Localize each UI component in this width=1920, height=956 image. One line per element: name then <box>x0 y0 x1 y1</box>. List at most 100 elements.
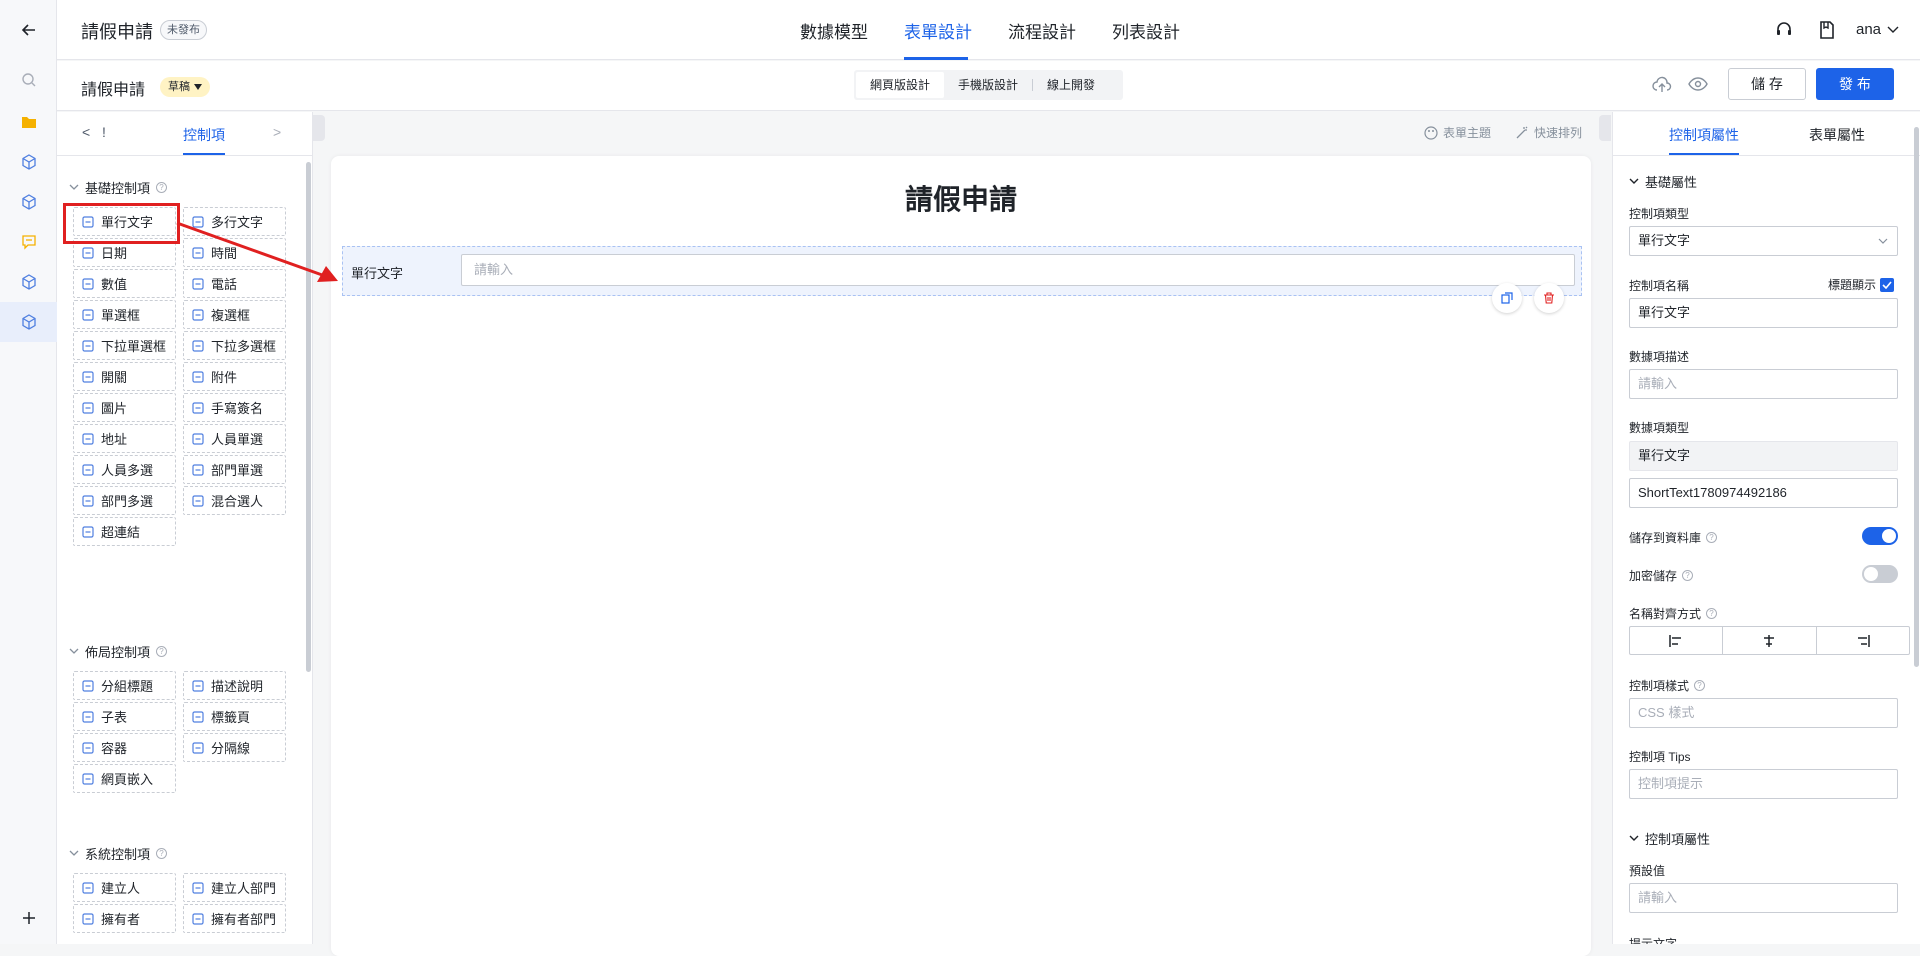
control-item[interactable]: 下拉單選框 <box>73 331 176 360</box>
section-title[interactable]: 系統控制項? <box>69 844 168 863</box>
draft-badge[interactable]: 草稿 <box>160 77 210 97</box>
title-display-toggle[interactable]: 標題顯示 <box>1828 276 1895 293</box>
control-item[interactable]: 容器 <box>73 733 176 762</box>
control-item-label: 單選框 <box>101 308 141 323</box>
user-menu[interactable]: ana <box>1856 21 1899 38</box>
control-item[interactable]: 下拉多選框 <box>183 331 286 360</box>
help-icon[interactable]: ? <box>1706 608 1718 619</box>
help-icon[interactable]: ? <box>156 182 168 193</box>
collapse-left-handle[interactable] <box>313 115 325 141</box>
control-item[interactable]: 附件 <box>183 362 286 391</box>
data-desc-input[interactable]: 請輸入 <box>1629 369 1898 399</box>
chat-icon[interactable] <box>0 222 57 262</box>
encrypt-switch[interactable] <box>1862 565 1898 583</box>
help-icon[interactable]: ? <box>1706 532 1718 543</box>
help-icon[interactable]: ? <box>156 646 168 657</box>
publish-button[interactable]: 發 布 <box>1816 68 1894 100</box>
headset-icon[interactable] <box>1774 20 1794 43</box>
tab-form-properties[interactable]: 表單屬性 <box>1809 125 1865 145</box>
control-item[interactable]: 部門多選 <box>73 486 176 515</box>
section-title[interactable]: 基礎控制項? <box>69 178 168 197</box>
back-arrow-icon[interactable] <box>0 10 57 50</box>
copy-field-icon[interactable] <box>1492 283 1522 313</box>
control-item[interactable]: 複選框 <box>183 300 286 329</box>
control-item[interactable]: 擁有者 <box>73 904 176 933</box>
align-left-icon[interactable] <box>1630 627 1724 654</box>
control-item[interactable]: 子表 <box>73 702 176 731</box>
help-icon[interactable]: ? <box>156 848 168 859</box>
control-item[interactable]: 分組標題 <box>73 671 176 700</box>
cube-icon[interactable] <box>0 182 57 222</box>
preview-eye-icon[interactable] <box>1688 77 1708 94</box>
css-style-input[interactable]: CSS 樣式 <box>1629 698 1898 728</box>
tab-flow-design[interactable]: 流程設計 <box>1008 18 1076 43</box>
control-item[interactable]: 人員多選 <box>73 455 176 484</box>
save-db-switch[interactable] <box>1862 527 1898 545</box>
folder-icon[interactable] <box>0 102 57 142</box>
default-value-input[interactable]: 請輸入 <box>1629 883 1898 913</box>
control-item[interactable]: 描述說明 <box>183 671 286 700</box>
control-item-label: 擁有者 <box>101 912 141 927</box>
form-theme-tool[interactable]: 表單主題 <box>1424 124 1491 141</box>
control-item[interactable]: 建立人部門 <box>183 873 286 902</box>
control-item[interactable]: 超連結 <box>73 517 176 546</box>
search-icon[interactable] <box>0 60 57 100</box>
control-item[interactable]: 部門單選 <box>183 455 286 484</box>
label-align-group <box>1629 626 1910 655</box>
control-item[interactable]: 建立人 <box>73 873 176 902</box>
chevron-down-icon <box>69 184 79 190</box>
quick-arrange-tool[interactable]: 快速排列 <box>1515 124 1582 141</box>
panel-next-icon[interactable]: > <box>273 124 281 140</box>
control-item[interactable]: 標籤頁 <box>183 702 286 731</box>
tab-list-design[interactable]: 列表設計 <box>1112 18 1180 43</box>
control-name-input[interactable]: 單行文字 <box>1629 298 1898 328</box>
section-title[interactable]: 佈局控制項? <box>69 642 168 661</box>
checkbox-checked-icon[interactable] <box>1880 277 1895 292</box>
control-type-select[interactable]: 單行文字 <box>1629 226 1898 256</box>
align-center-icon[interactable] <box>1723 627 1817 654</box>
control-item[interactable]: 單選框 <box>73 300 176 329</box>
control-item[interactable]: 混合選人 <box>183 486 286 515</box>
control-item[interactable]: 分隔線 <box>183 733 286 762</box>
save-button[interactable]: 儲 存 <box>1728 68 1806 100</box>
mode-web-design[interactable]: 網頁版設計 <box>856 72 945 98</box>
tab-controls[interactable]: 控制項 <box>183 125 225 145</box>
align-right-icon[interactable] <box>1817 627 1909 654</box>
help-icon[interactable]: ? <box>1694 680 1706 691</box>
control-item[interactable]: 擁有者部門 <box>183 904 286 933</box>
document-icon[interactable] <box>1818 20 1836 43</box>
mode-online-dev[interactable]: 線上開發 <box>1033 72 1109 98</box>
panel-tab-hidden[interactable]: ! <box>102 124 106 140</box>
cube-icon[interactable] <box>0 302 57 342</box>
cube-icon[interactable] <box>0 142 57 182</box>
control-properties-section[interactable]: 控制項屬性 <box>1629 829 1710 848</box>
cloud-upload-icon[interactable] <box>1652 76 1672 97</box>
collapse-right-handle[interactable] <box>1599 115 1611 141</box>
mode-mobile-design[interactable]: 手機版設計 <box>944 72 1032 98</box>
tab-data-model[interactable]: 數據模型 <box>800 18 868 43</box>
tab-control-properties[interactable]: 控制項屬性 <box>1669 125 1739 145</box>
panel-prev-icon[interactable]: < <box>82 124 90 140</box>
control-item[interactable]: 數值 <box>73 269 176 298</box>
section-title-text: 基礎控制項 <box>85 181 151 196</box>
field-code-input[interactable]: ShortText1780974492186 <box>1629 478 1898 508</box>
basic-properties-section[interactable]: 基礎屬性 <box>1629 172 1697 191</box>
cube-icon[interactable] <box>0 262 57 302</box>
delete-field-icon[interactable] <box>1534 283 1564 313</box>
form-field-single-line-text[interactable]: 單行文字 請輸入 <box>342 246 1582 296</box>
magic-wand-icon <box>1516 126 1528 138</box>
tab-form-design[interactable]: 表單設計 <box>904 18 972 43</box>
control-item[interactable]: 手寫簽名 <box>183 393 286 422</box>
tips-input[interactable]: 控制項提示 <box>1629 769 1898 799</box>
control-item-label: 人員多選 <box>101 463 154 478</box>
field-input[interactable]: 請輸入 <box>461 254 1575 286</box>
properties-scrollbar[interactable] <box>1914 127 1919 667</box>
control-item[interactable]: 網頁嵌入 <box>73 764 176 793</box>
help-icon[interactable]: ? <box>1682 570 1694 581</box>
control-section-title: 控制項屬性 <box>1645 832 1711 847</box>
control-item[interactable]: 地址 <box>73 424 176 453</box>
add-icon[interactable] <box>0 898 57 938</box>
control-item[interactable]: 人員單選 <box>183 424 286 453</box>
control-item[interactable]: 開關 <box>73 362 176 391</box>
control-item[interactable]: 圖片 <box>73 393 176 422</box>
